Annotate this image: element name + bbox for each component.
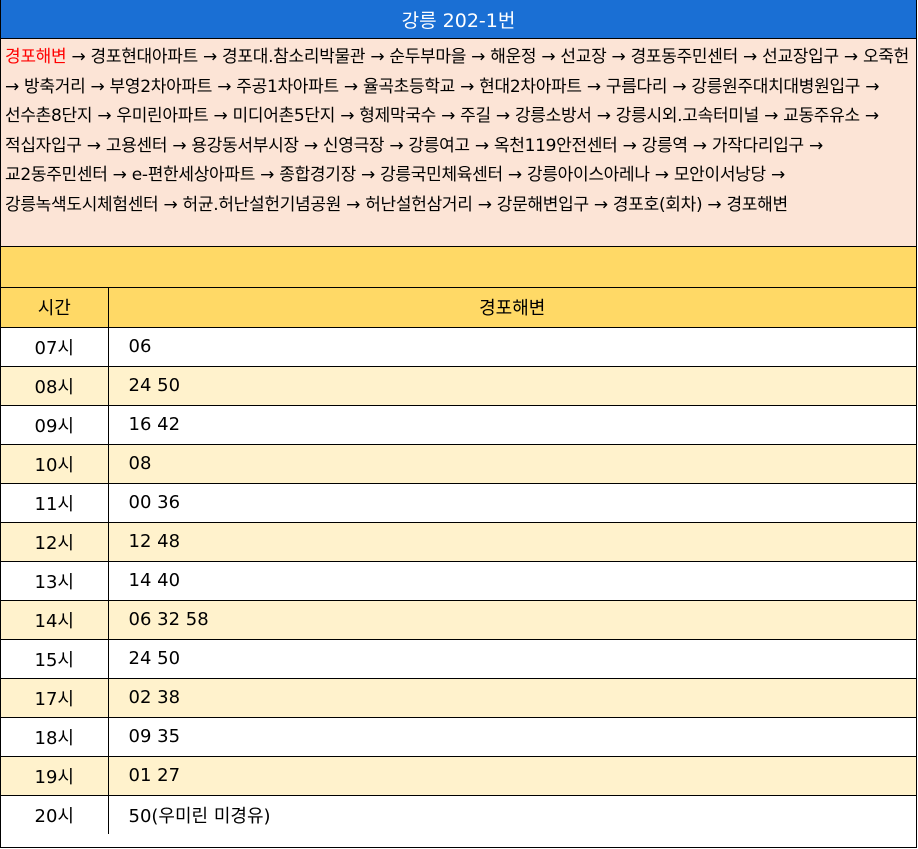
departure-minutes-cell: 24 50	[108, 639, 916, 679]
hour-cell: 13시	[1, 561, 109, 601]
table-header-row: 시간 경포해변	[1, 288, 916, 328]
departure-minutes-cell: 00 36	[108, 483, 916, 523]
departure-minutes-cell: 08	[108, 444, 916, 484]
hour-cell: 08시	[1, 366, 109, 406]
table-row: 20시 50(우미린 미경유)	[1, 795, 916, 834]
hour-cell: 07시	[1, 327, 109, 367]
departure-minutes-cell: 50(우미린 미경유)	[128, 805, 271, 827]
departure-minutes-cell: 06 32 58	[108, 600, 916, 640]
table-row: 12시 12 48	[1, 522, 916, 562]
table-row: 08시 24 50	[1, 366, 916, 406]
blank-header-band	[1, 247, 916, 288]
table-row: 11시 00 36	[1, 483, 916, 523]
hour-cell: 19시	[1, 756, 109, 796]
table-row: 15시 24 50	[1, 639, 916, 679]
departure-minutes-cell: 02 38	[108, 678, 916, 718]
hour-cell: 18시	[1, 717, 109, 757]
hour-cell: 14시	[1, 600, 109, 640]
hour-cell: 12시	[1, 522, 109, 562]
departure-rows: 07시 06 08시 24 50 09시 16 42 10시 08 11시 00 36 12시 12 …	[1, 327, 916, 834]
table-row: 07시 06	[1, 327, 916, 367]
departure-minutes-cell: 14 40	[108, 561, 916, 601]
departure-minutes-cell: 09 35	[108, 717, 916, 757]
hour-cell: 15시	[1, 639, 109, 679]
departure-minutes-cell: 01 27	[108, 756, 916, 796]
stop-column-header: 경포해변	[108, 288, 916, 328]
timetable-sheet: 강릉 202-1번 경포해변 → 경포현대아파트 → 경포대.참소리박물관 → …	[0, 0, 917, 848]
hour-cell: 10시	[1, 444, 109, 484]
hour-cell: 11시	[1, 483, 109, 523]
table-row: 13시 14 40	[1, 561, 916, 601]
route-stops-description: 경포해변 → 경포현대아파트 → 경포대.참소리박물관 → 순두부마을 → 해운…	[1, 39, 916, 247]
hour-cell: 20시	[1, 795, 109, 834]
table-row: 09시 16 42	[1, 405, 916, 445]
departure-minutes-cell: 12 48	[108, 522, 916, 562]
departure-table: 시간 경포해변 07시 06 08시 24 50 09시 16 42 10시 08 11시 00 …	[1, 288, 916, 834]
table-row: 17시 02 38	[1, 678, 916, 718]
departure-minutes-cell: 24 50	[108, 366, 916, 406]
hour-cell: 09시	[1, 405, 109, 445]
departure-minutes-cell: 06	[108, 327, 916, 367]
table-row: 10시 08	[1, 444, 916, 484]
table-row: 18시 09 35	[1, 717, 916, 757]
departure-minutes-cell: 16 42	[108, 405, 916, 445]
route-title: 강릉 202-1번	[1, 0, 916, 39]
route-start-stop: 경포해변	[5, 47, 67, 67]
time-column-header: 시간	[1, 288, 109, 328]
table-row: 14시 06 32 58	[1, 600, 916, 640]
table-row: 19시 01 27	[1, 756, 916, 796]
hour-cell: 17시	[1, 678, 109, 718]
route-stop-sequence: → 경포현대아파트 → 경포대.참소리박물관 → 순두부마을 → 해운정 → 선…	[5, 47, 909, 215]
